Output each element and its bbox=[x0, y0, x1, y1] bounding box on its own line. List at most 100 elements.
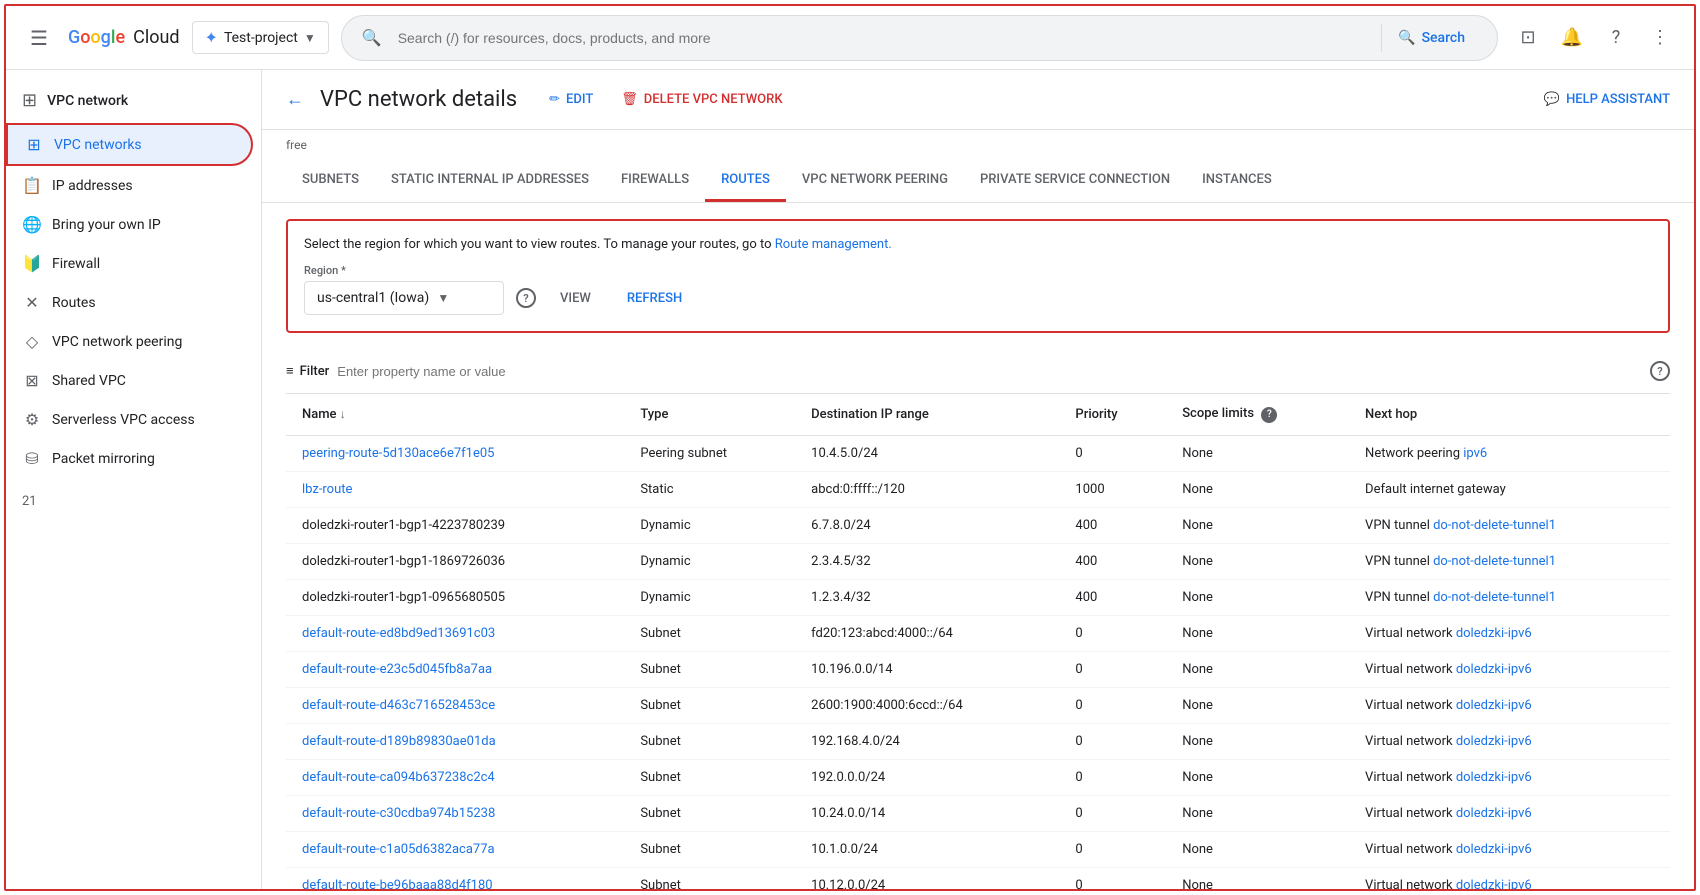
row-name-cell: lbz-route bbox=[286, 471, 624, 507]
nexthop-link[interactable]: doledzki-ipv6 bbox=[1456, 878, 1532, 892]
sidebar-item-shared-vpc[interactable]: ⊠ Shared VPC bbox=[6, 361, 253, 400]
sidebar-item-firewall[interactable]: 🔰 Firewall bbox=[6, 244, 253, 283]
row-nexthop-cell: VPN tunnel do-not-delete-tunnel1 bbox=[1349, 543, 1670, 579]
filter-help-icon[interactable]: ? bbox=[1650, 361, 1670, 381]
edit-icon: ✏ bbox=[549, 92, 560, 107]
tab-subnets[interactable]: SUBNETS bbox=[286, 160, 375, 202]
region-select[interactable]: us-central1 (Iowa) ▼ bbox=[304, 281, 504, 315]
row-scope-cell: None bbox=[1166, 435, 1349, 471]
route-name-link[interactable]: default-route-c30cdba974b15238 bbox=[302, 806, 495, 821]
row-type-cell: Subnet bbox=[624, 795, 795, 831]
row-priority-cell: 0 bbox=[1059, 795, 1166, 831]
route-name-link[interactable]: default-route-d463c716528453ce bbox=[302, 698, 495, 713]
help-icon[interactable]: ? bbox=[1598, 20, 1634, 56]
table-row: doledzki-router1-bgp1-0965680505Dynamic1… bbox=[286, 579, 1670, 615]
nexthop-link[interactable]: doledzki-ipv6 bbox=[1456, 662, 1532, 677]
help-assistant-button[interactable]: 💬 HELP ASSISTANT bbox=[1544, 92, 1670, 107]
tab-routes[interactable]: ROUTES bbox=[705, 160, 786, 202]
nexthop-link[interactable]: doledzki-ipv6 bbox=[1456, 806, 1532, 821]
terminal-icon[interactable]: ⊡ bbox=[1510, 20, 1546, 56]
route-name-link[interactable]: default-route-ca094b637238c2c4 bbox=[302, 770, 495, 785]
row-name-cell: default-route-d189b89830ae01da bbox=[286, 723, 624, 759]
back-button[interactable]: ← bbox=[286, 89, 304, 110]
sidebar-item-routes[interactable]: ✕ Routes bbox=[6, 283, 253, 322]
row-name-cell: default-route-ca094b637238c2c4 bbox=[286, 759, 624, 795]
search-button[interactable]: 🔍 Search bbox=[1381, 24, 1481, 52]
table-header-row: Name ↓ Type Destination IP range Priorit… bbox=[286, 394, 1670, 435]
sidebar-item-label: Shared VPC bbox=[52, 373, 126, 389]
sidebar-item-ip-addresses[interactable]: 📋 IP addresses bbox=[6, 166, 253, 205]
col-scope: Scope limits ? bbox=[1166, 394, 1349, 435]
row-name-cell: default-route-c30cdba974b15238 bbox=[286, 795, 624, 831]
col-destination: Destination IP range bbox=[795, 394, 1059, 435]
route-name-link[interactable]: lbz-route bbox=[302, 482, 352, 497]
nexthop-link[interactable]: do-not-delete-tunnel1 bbox=[1433, 518, 1556, 533]
scope-help-icon[interactable]: ? bbox=[1261, 407, 1277, 423]
nexthop-link[interactable]: doledzki-ipv6 bbox=[1456, 626, 1532, 641]
edit-button[interactable]: ✏ EDIT bbox=[541, 86, 601, 113]
project-name: Test-project bbox=[224, 30, 298, 46]
ip-addresses-icon: 📋 bbox=[22, 176, 42, 195]
row-nexthop-cell: Virtual network doledzki-ipv6 bbox=[1349, 831, 1670, 867]
row-name-cell: doledzki-router1-bgp1-4223780239 bbox=[286, 507, 624, 543]
row-type-cell: Subnet bbox=[624, 615, 795, 651]
nexthop-link[interactable]: do-not-delete-tunnel1 bbox=[1433, 554, 1556, 569]
route-name-link[interactable]: default-route-d189b89830ae01da bbox=[302, 734, 496, 749]
row-nexthop-cell: Virtual network doledzki-ipv6 bbox=[1349, 759, 1670, 795]
sidebar-item-vpc-peering[interactable]: ◇ VPC network peering bbox=[6, 322, 253, 361]
tab-static-ips[interactable]: STATIC INTERNAL IP ADDRESSES bbox=[375, 160, 605, 202]
filter-icon[interactable]: ≡ Filter bbox=[286, 363, 329, 379]
byoip-icon: 🌐 bbox=[22, 215, 42, 234]
row-priority-cell: 400 bbox=[1059, 579, 1166, 615]
table-row: default-route-d189b89830ae01daSubnet192.… bbox=[286, 723, 1670, 759]
hamburger-menu-icon[interactable]: ☰ bbox=[22, 18, 56, 58]
row-priority-cell: 0 bbox=[1059, 867, 1166, 891]
tab-instances[interactable]: INSTANCES bbox=[1186, 160, 1288, 202]
nexthop-link[interactable]: doledzki-ipv6 bbox=[1456, 698, 1532, 713]
refresh-button[interactable]: REFRESH bbox=[615, 283, 694, 314]
tab-vpc-peering[interactable]: VPC NETWORK PEERING bbox=[786, 160, 964, 202]
sidebar-item-vpc-networks[interactable]: ⊞ VPC networks bbox=[6, 123, 253, 166]
row-name-cell: default-route-c1a05d6382aca77a bbox=[286, 831, 624, 867]
notifications-icon[interactable]: 🔔 bbox=[1554, 20, 1590, 56]
row-scope-cell: None bbox=[1166, 471, 1349, 507]
nexthop-link[interactable]: doledzki-ipv6 bbox=[1456, 734, 1532, 749]
route-name-link[interactable]: default-route-be96baaa88d4f180 bbox=[302, 878, 493, 892]
row-type-cell: Subnet bbox=[624, 831, 795, 867]
route-management-link[interactable]: Route management. bbox=[775, 237, 892, 252]
route-name-link[interactable]: default-route-e23c5d045fb8a7aa bbox=[302, 662, 492, 677]
nexthop-link[interactable]: ipv6 bbox=[1463, 446, 1487, 461]
search-input[interactable] bbox=[390, 26, 1373, 50]
topbar-actions: ⊡ 🔔 ? ⋮ bbox=[1510, 20, 1678, 56]
sidebar-item-packet-mirroring[interactable]: ⛁ Packet mirroring bbox=[6, 439, 253, 478]
region-value: us-central1 (Iowa) bbox=[317, 290, 429, 306]
project-selector[interactable]: ✦ Test-project ▼ bbox=[192, 21, 329, 54]
table-row: peering-route-5d130ace6e7f1e05Peering su… bbox=[286, 435, 1670, 471]
filter-input[interactable] bbox=[337, 364, 1642, 379]
sidebar-item-bring-your-own-ip[interactable]: 🌐 Bring your own IP bbox=[6, 205, 253, 244]
nexthop-link[interactable]: doledzki-ipv6 bbox=[1456, 770, 1532, 785]
project-dot-icon: ✦ bbox=[205, 28, 218, 47]
row-destination-cell: fd20:123:abcd:4000::/64 bbox=[795, 615, 1059, 651]
search-bar[interactable]: 🔍 🔍 Search bbox=[341, 15, 1498, 61]
route-name-link[interactable]: default-route-c1a05d6382aca77a bbox=[302, 842, 495, 857]
tab-private-service[interactable]: PRIVATE SERVICE CONNECTION bbox=[964, 160, 1186, 202]
sidebar-item-label: VPC network peering bbox=[52, 334, 182, 350]
region-help-icon[interactable]: ? bbox=[516, 288, 536, 308]
nexthop-link[interactable]: do-not-delete-tunnel1 bbox=[1433, 590, 1556, 605]
tab-firewalls[interactable]: FIREWALLS bbox=[605, 160, 705, 202]
sidebar-item-label: Firewall bbox=[52, 256, 100, 272]
more-options-icon[interactable]: ⋮ bbox=[1642, 20, 1678, 56]
sidebar-item-label: IP addresses bbox=[52, 178, 133, 194]
row-type-cell: Dynamic bbox=[624, 543, 795, 579]
sidebar-item-serverless-access[interactable]: ⚙ Serverless VPC access bbox=[6, 400, 253, 439]
route-name-link[interactable]: default-route-ed8bd9ed13691c03 bbox=[302, 626, 495, 641]
view-button[interactable]: VIEW bbox=[548, 283, 603, 314]
route-name-link[interactable]: peering-route-5d130ace6e7f1e05 bbox=[302, 446, 495, 461]
nexthop-link[interactable]: doledzki-ipv6 bbox=[1456, 842, 1532, 857]
row-priority-cell: 0 bbox=[1059, 831, 1166, 867]
row-scope-cell: None bbox=[1166, 507, 1349, 543]
row-scope-cell: None bbox=[1166, 651, 1349, 687]
row-nexthop-cell: Virtual network doledzki-ipv6 bbox=[1349, 867, 1670, 891]
delete-vpc-button[interactable]: 🗑 DELETE VPC NETWORK bbox=[613, 86, 790, 113]
